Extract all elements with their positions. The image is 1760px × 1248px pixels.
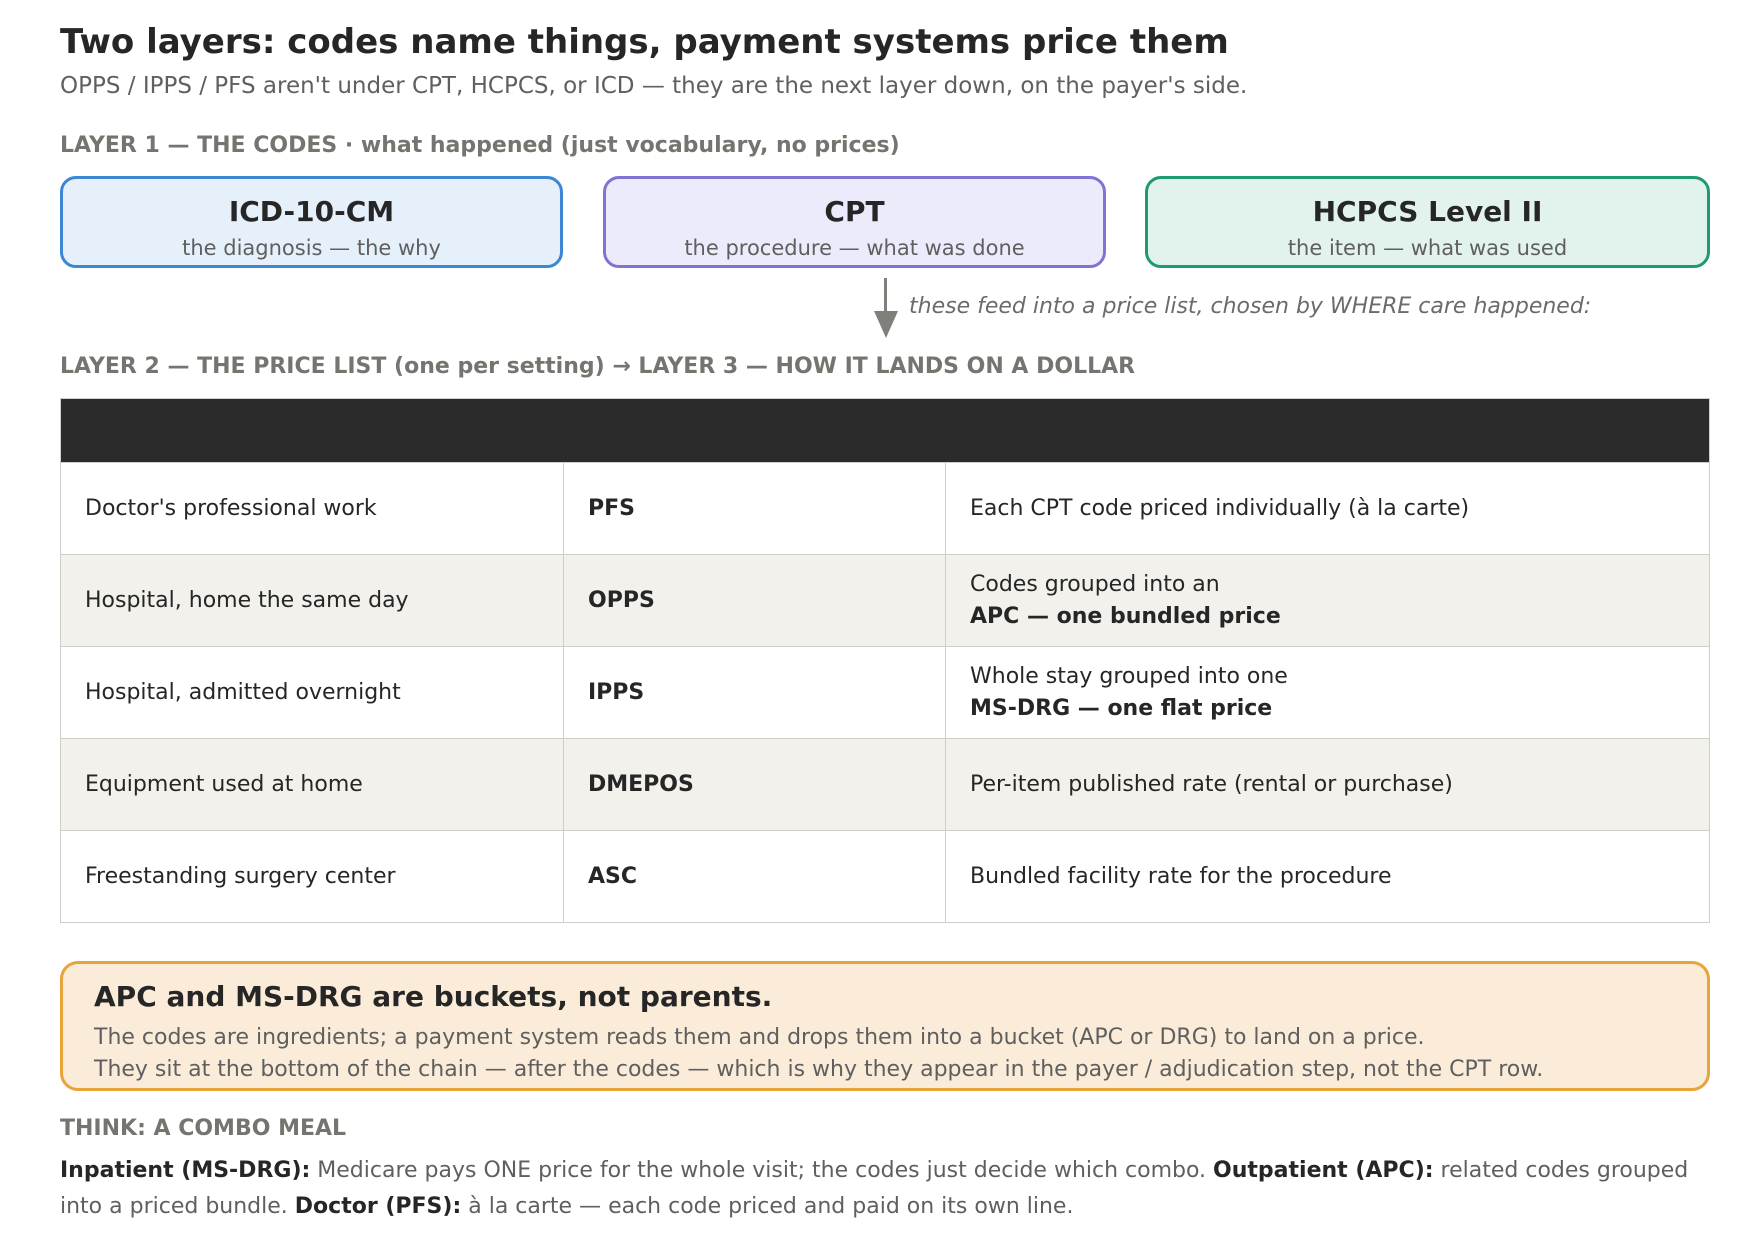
system-cell: IPPS <box>564 647 946 738</box>
callout-line: The codes are ingredients; a payment sys… <box>94 1025 1425 1050</box>
system-cell: DMEPOS <box>564 739 946 830</box>
code-desc: the procedure — what was done <box>684 236 1025 260</box>
how-bold-text: APC — one bundled price <box>970 603 1281 629</box>
system-cell: PFS <box>564 463 946 554</box>
setting-cell: Freestanding surgery center <box>61 831 564 922</box>
layer2-label: LAYER 2 — THE PRICE LIST (one per settin… <box>60 354 1136 379</box>
callout-heading: APC and MS-DRG are buckets, not parents. <box>94 980 773 1013</box>
outpatient-term: Outpatient (APC): <box>1213 1158 1434 1183</box>
callout-box: APC and MS-DRG are buckets, not parents.… <box>60 961 1710 1091</box>
think-label: THINK: A COMBO MEAL <box>60 1116 347 1141</box>
price-list-table: Doctor's professional work PFS Each CPT … <box>60 398 1710 923</box>
how-text: Bundled facility rate for the procedure <box>970 863 1392 889</box>
how-cell: Bundled facility rate for the procedure <box>946 831 1709 922</box>
code-desc: the item — what was used <box>1287 236 1568 260</box>
code-desc: the diagnosis — the why <box>182 236 441 260</box>
system-cell: OPPS <box>564 555 946 646</box>
down-arrow-shaft <box>884 278 887 312</box>
how-cell: Codes grouped into an APC — one bundled … <box>946 555 1709 646</box>
how-text: Each CPT code priced individually (à la … <box>970 495 1470 521</box>
think-body: Inpatient (MS-DRG): Medicare pays ONE pr… <box>60 1153 1700 1225</box>
setting-cell: Doctor's professional work <box>61 463 564 554</box>
inpatient-text: Medicare pays ONE price for the whole vi… <box>310 1158 1214 1183</box>
how-text: Whole stay grouped into one <box>970 663 1288 689</box>
callout-line: They sit at the bottom of the chain — af… <box>94 1057 1544 1082</box>
setting-cell: Hospital, home the same day <box>61 555 564 646</box>
arrow-note: these feed into a price list, chosen by … <box>909 294 1592 319</box>
down-arrow-icon <box>874 311 898 338</box>
code-name: ICD-10-CM <box>228 195 395 228</box>
table-row: Doctor's professional work PFS Each CPT … <box>61 462 1709 554</box>
how-text: Codes grouped into an <box>970 571 1220 597</box>
page-subtitle: OPPS / IPPS / PFS aren't under CPT, HCPC… <box>60 73 1248 99</box>
code-name: HCPCS Level II <box>1312 195 1543 228</box>
code-box-icd: ICD-10-CM the diagnosis — the why <box>60 176 563 268</box>
how-text: Per-item published rate (rental or purch… <box>970 771 1453 797</box>
layer1-label: LAYER 1 — THE CODES · what happened (jus… <box>60 133 900 158</box>
how-cell: Each CPT code priced individually (à la … <box>946 463 1709 554</box>
table-row: Hospital, home the same day OPPS Codes g… <box>61 554 1709 646</box>
table-header <box>61 399 1709 462</box>
code-name: CPT <box>824 195 885 228</box>
how-cell: Per-item published rate (rental or purch… <box>946 739 1709 830</box>
callout-body: The codes are ingredients; a payment sys… <box>94 1022 1707 1086</box>
setting-cell: Hospital, admitted overnight <box>61 647 564 738</box>
page-title: Two layers: codes name things, payment s… <box>60 22 1229 62</box>
how-bold-text: MS-DRG — one flat price <box>970 695 1273 721</box>
doctor-text: à la carte — each code priced and paid o… <box>461 1194 1074 1219</box>
code-box-cpt: CPT the procedure — what was done <box>603 176 1106 268</box>
code-box-hcpcs: HCPCS Level II the item — what was used <box>1145 176 1710 268</box>
how-cell: Whole stay grouped into one MS-DRG — one… <box>946 647 1709 738</box>
table-row: Hospital, admitted overnight IPPS Whole … <box>61 646 1709 738</box>
table-row: Freestanding surgery center ASC Bundled … <box>61 830 1709 922</box>
doctor-term: Doctor (PFS): <box>294 1194 462 1219</box>
system-cell: ASC <box>564 831 946 922</box>
inpatient-term: Inpatient (MS-DRG): <box>60 1158 311 1183</box>
table-row: Equipment used at home DMEPOS Per-item p… <box>61 738 1709 830</box>
setting-cell: Equipment used at home <box>61 739 564 830</box>
